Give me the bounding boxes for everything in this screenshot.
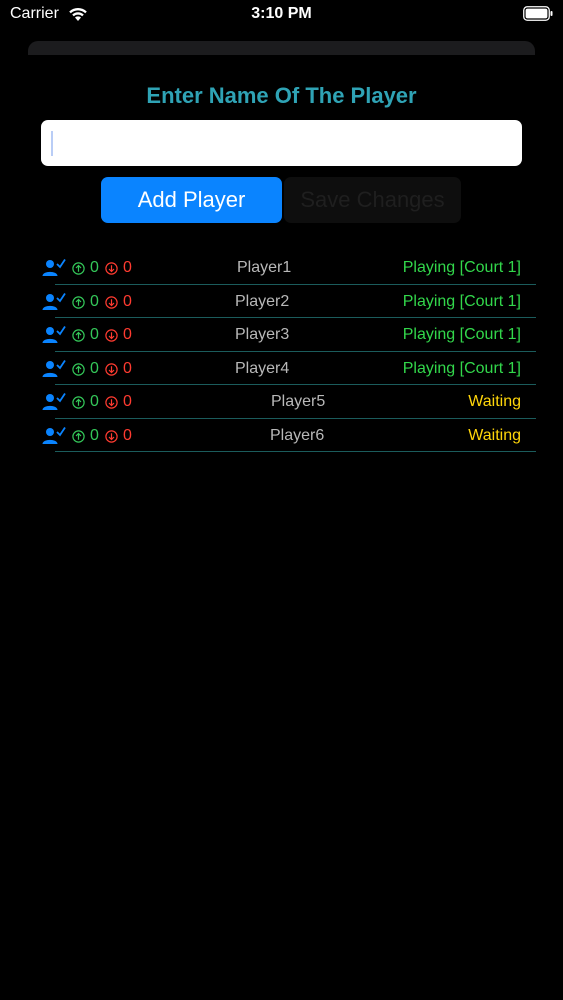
player-status: Playing [Court 1]	[402, 292, 521, 310]
player-name: Player1	[237, 259, 292, 276]
arrow-down-circle-icon	[105, 429, 118, 443]
person-checkmark-icon	[42, 426, 66, 444]
arrow-up-circle-icon	[72, 429, 85, 443]
arrow-up-circle-icon	[72, 396, 85, 409]
player-name: Player5	[271, 393, 326, 410]
page-title: Enter Name Of The Player	[146, 83, 417, 108]
arrow-up-circle-icon	[72, 295, 85, 309]
player-name: Player4	[235, 359, 290, 377]
player-name: Player6	[270, 426, 325, 444]
status-bar: Carrier 3:10 PM	[0, 0, 563, 30]
player-status: Waiting	[468, 426, 521, 444]
player-status: Waiting	[468, 393, 521, 410]
arrow-down-circle-icon	[105, 295, 118, 309]
player-status: Playing [Court 1]	[402, 259, 521, 276]
player-name-input[interactable]	[41, 120, 522, 166]
clock: 3:10 PM	[251, 5, 312, 22]
arrow-down-circle-icon	[105, 396, 118, 409]
add-player-button[interactable]: Add Player	[101, 177, 282, 223]
losses-count: 0	[123, 259, 132, 276]
wins-count: 0	[90, 393, 99, 410]
battery-icon	[523, 6, 553, 21]
player-status: Playing [Court 1]	[402, 326, 521, 343]
person-checkmark-icon	[42, 326, 66, 343]
wins-count: 0	[90, 292, 99, 310]
save-changes-button[interactable]: Save Changes	[284, 177, 461, 223]
wins-count: 0	[90, 359, 99, 377]
list-item[interactable]: 0 0 Player2 Playing [Court 1]	[40, 285, 536, 318]
losses-count: 0	[123, 326, 132, 343]
player-list: 0 0 Player1 Playing [Court 1] 0 0 Player…	[40, 251, 536, 452]
row-divider	[55, 451, 536, 452]
person-checkmark-icon	[42, 359, 66, 377]
losses-count: 0	[123, 292, 132, 310]
player-name: Player2	[235, 292, 290, 310]
arrow-down-circle-icon	[105, 262, 118, 275]
arrow-up-circle-icon	[72, 262, 85, 275]
list-item[interactable]: 0 0 Player4 Playing [Court 1]	[40, 352, 536, 385]
person-checkmark-icon	[42, 292, 66, 310]
list-item[interactable]: 0 0 Player3 Playing [Court 1]	[40, 318, 536, 352]
list-item[interactable]: 0 0 Player1 Playing [Court 1]	[40, 251, 536, 285]
person-checkmark-icon	[42, 259, 66, 276]
list-item[interactable]: 0 0 Player5 Waiting	[40, 385, 536, 419]
list-item[interactable]: 0 0 Player6 Waiting	[40, 419, 536, 452]
wins-count: 0	[90, 326, 99, 343]
player-name: Player3	[235, 326, 290, 343]
losses-count: 0	[123, 393, 132, 410]
wins-count: 0	[90, 259, 99, 276]
wins-count: 0	[90, 426, 99, 444]
losses-count: 0	[123, 359, 132, 377]
arrow-down-circle-icon	[105, 329, 118, 342]
person-checkmark-icon	[42, 393, 66, 410]
player-status: Playing [Court 1]	[402, 359, 521, 377]
arrow-down-circle-icon	[105, 362, 118, 376]
arrow-up-circle-icon	[72, 329, 85, 342]
losses-count: 0	[123, 426, 132, 444]
sheet-top-edge	[28, 41, 535, 55]
text-caret	[51, 131, 53, 156]
arrow-up-circle-icon	[72, 362, 85, 376]
